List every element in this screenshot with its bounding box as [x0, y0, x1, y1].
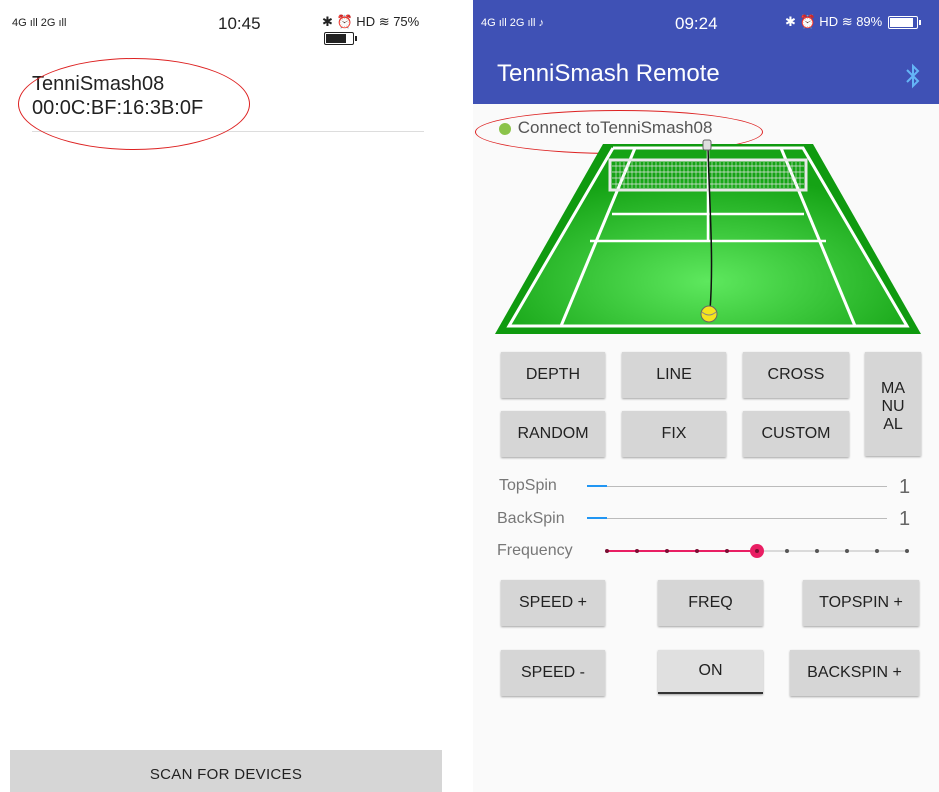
- manual-button[interactable]: MA NU AL: [865, 352, 921, 456]
- topspin-label: TopSpin: [499, 477, 557, 494]
- backspin-slider[interactable]: [587, 518, 887, 519]
- tennis-court-graphic: [495, 139, 921, 334]
- frequency-thumb-center: [755, 549, 759, 553]
- speed-minus-button[interactable]: SPEED -: [501, 650, 605, 696]
- battery-fill: [326, 34, 346, 44]
- line-button[interactable]: LINE: [622, 352, 726, 398]
- status-bar: 4G ıll 2G ıll ♪ 09:24 ✱ ⏰ HD ≋ 89%: [473, 0, 939, 50]
- frequency-tick: [845, 549, 849, 553]
- manual-button-label-1: MA: [881, 380, 905, 397]
- clock: 10:45: [218, 14, 261, 33]
- launcher-machine-icon: [702, 139, 712, 151]
- battery-icon: [887, 16, 921, 30]
- cross-button[interactable]: CROSS: [743, 352, 849, 398]
- highlight-ellipse: [18, 58, 250, 150]
- speed-plus-button[interactable]: SPEED +: [501, 580, 605, 626]
- depth-button[interactable]: DEPTH: [501, 352, 605, 398]
- custom-button[interactable]: CUSTOM: [743, 411, 849, 457]
- app-title: TenniSmash Remote: [497, 60, 720, 87]
- tennis-ball-icon: [700, 305, 718, 323]
- status-bar: 4G ıll 2G ıll 10:45 ✱ ⏰ HD ≋ 75%: [0, 0, 452, 50]
- frequency-tick: [905, 549, 909, 553]
- manual-button-label-3: AL: [883, 416, 903, 433]
- status-icons: ✱ ⏰ HD ≋ 75%: [322, 14, 452, 46]
- backspin-value: 1: [899, 508, 911, 530]
- frequency-tick: [815, 549, 819, 553]
- remote-control-screen: 4G ıll 2G ıll ♪ 09:24 ✱ ⏰ HD ≋ 89% Tenni…: [473, 0, 939, 792]
- bluetooth-icon[interactable]: [903, 62, 923, 90]
- frequency-tick: [605, 549, 609, 553]
- on-toggle-button[interactable]: ON: [658, 650, 763, 694]
- frequency-tick: [695, 549, 699, 553]
- device-scan-screen: 4G ıll 2G ıll 10:45 ✱ ⏰ HD ≋ 75% TenniSm…: [0, 0, 452, 792]
- frequency-slider[interactable]: [601, 540, 913, 562]
- frequency-label: Frequency: [497, 542, 573, 559]
- topspin-slider-fill: [587, 485, 607, 487]
- manual-button-label-2: NU: [881, 398, 905, 415]
- battery-icon: [324, 32, 357, 46]
- status-icons: ✱ ⏰ HD ≋ 89%: [785, 14, 921, 30]
- scan-for-devices-button[interactable]: SCAN FOR DEVICES: [10, 750, 442, 792]
- freq-button[interactable]: FREQ: [658, 580, 763, 626]
- topspin-plus-button[interactable]: TOPSPIN +: [803, 580, 919, 626]
- signal-indicator: 4G ıll 2G ıll: [12, 17, 67, 29]
- frequency-tick: [725, 549, 729, 553]
- clock: 09:24: [675, 14, 718, 33]
- battery-fill: [889, 18, 913, 28]
- frequency-tick: [635, 549, 639, 553]
- backspin-label: BackSpin: [497, 510, 565, 527]
- random-button[interactable]: RANDOM: [501, 411, 605, 457]
- signal-indicator: 4G ıll 2G ıll ♪: [481, 17, 544, 29]
- frequency-tick: [665, 549, 669, 553]
- frequency-tick: [875, 549, 879, 553]
- fix-button[interactable]: FIX: [622, 411, 726, 457]
- topspin-slider[interactable]: [587, 486, 887, 487]
- status-icons-text: ✱ ⏰ HD ≋ 89%: [785, 14, 883, 29]
- backspin-plus-button[interactable]: BACKSPIN +: [790, 650, 919, 696]
- backspin-slider-fill: [587, 517, 607, 519]
- app-bar: TenniSmash Remote: [473, 50, 939, 104]
- topspin-value: 1: [899, 476, 911, 498]
- frequency-tick: [785, 549, 789, 553]
- status-icons-text: ✱ ⏰ HD ≋ 75%: [322, 14, 420, 29]
